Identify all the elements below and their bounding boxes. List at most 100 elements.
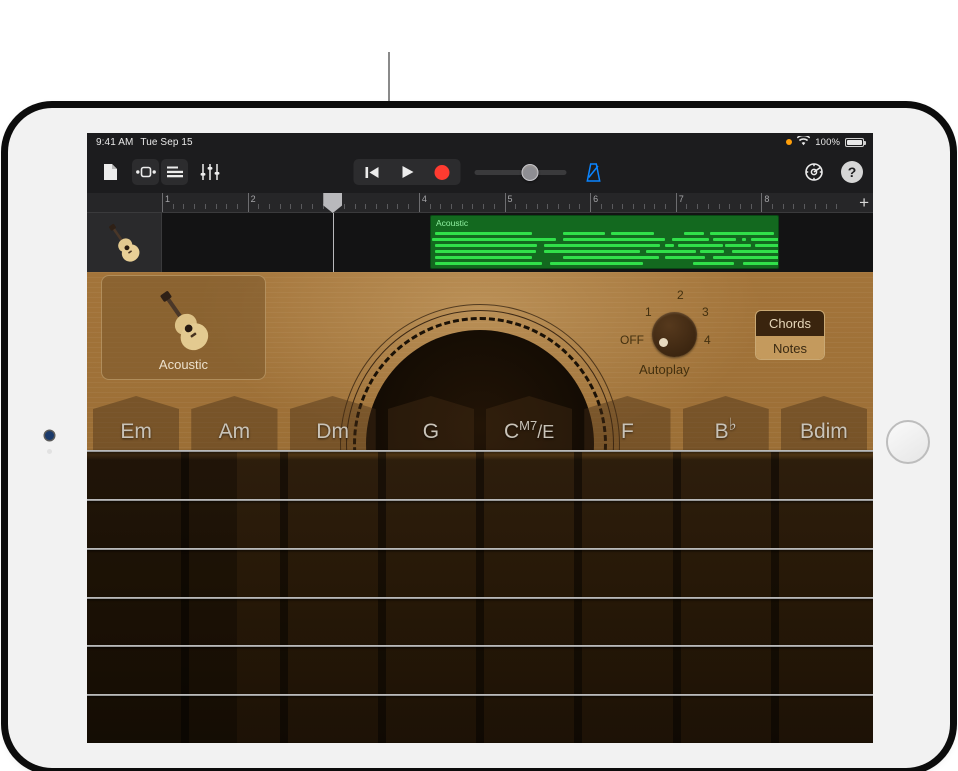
beat-tick (472, 204, 473, 209)
beat-tick (665, 204, 666, 209)
beat-tick (290, 204, 291, 209)
guitar-string[interactable] (87, 597, 873, 599)
record-button[interactable] (426, 161, 459, 183)
autoplay-option-3[interactable]: 3 (702, 305, 709, 319)
autoplay-option-1[interactable]: 1 (645, 305, 652, 319)
beat-tick (301, 204, 302, 209)
beat-tick (237, 204, 238, 209)
track-header[interactable] (87, 213, 162, 272)
midi-note (713, 238, 736, 241)
play-button[interactable] (391, 161, 424, 183)
beat-tick (719, 204, 720, 209)
beat-tick (258, 204, 259, 209)
midi-note (435, 250, 536, 253)
my-songs-button[interactable] (97, 159, 123, 185)
midi-note (693, 262, 734, 265)
midi-note (672, 238, 709, 241)
chord-strip-em[interactable]: Em (87, 394, 185, 450)
beat-tick (804, 204, 805, 209)
beat-tick (312, 204, 313, 209)
chord-name: Dm (316, 420, 349, 444)
autoplay-option-2[interactable]: 2 (677, 288, 684, 302)
autoplay-option-4[interactable]: 4 (704, 333, 711, 347)
status-bar: 9:41 AM Tue Sep 15 100% (87, 133, 873, 151)
beat-tick (601, 204, 602, 209)
ruler-ticks: 12345678 (162, 193, 847, 212)
timeline-ruler[interactable]: 12345678 + (87, 193, 873, 213)
track-lane[interactable]: Acoustic (162, 213, 873, 272)
beat-tick (376, 204, 377, 209)
chord-fret-grid[interactable] (87, 450, 873, 743)
midi-note (678, 244, 723, 247)
bar-number: 4 (419, 194, 427, 204)
beat-tick (558, 204, 559, 209)
chords-mode-button[interactable]: Chords (756, 311, 824, 336)
beat-tick (644, 204, 645, 209)
chord-strip-cm7e[interactable]: CM7/E (480, 394, 578, 450)
instrument-selector-card[interactable]: Acoustic (101, 275, 266, 380)
settings-button[interactable] (801, 159, 827, 185)
beat-tick (173, 204, 174, 209)
midi-note (725, 244, 751, 247)
autoplay-knob[interactable] (652, 312, 697, 357)
volume-slider-knob[interactable] (522, 164, 539, 181)
home-button[interactable] (886, 420, 930, 464)
track-controls-button[interactable] (161, 159, 188, 185)
chord-strip-g[interactable]: G (382, 394, 480, 450)
beat-tick (280, 204, 281, 209)
transport-controls (354, 159, 461, 185)
guitar-string[interactable] (87, 548, 873, 550)
midi-note (435, 262, 543, 265)
smart-guitar-instrument: Acoustic OFF 1 2 3 4 Autoplay Chords Not… (87, 272, 873, 743)
beat-tick (537, 204, 538, 209)
beat-tick (622, 204, 623, 209)
midi-note (713, 256, 779, 259)
beat-tick (547, 204, 548, 209)
beat-tick (526, 204, 527, 209)
midi-note (544, 250, 640, 253)
bar-number: 7 (676, 194, 684, 204)
help-button[interactable]: ? (841, 161, 863, 183)
front-camera-icon (45, 431, 54, 440)
midi-note (544, 244, 660, 247)
ipad-screen: 9:41 AM Tue Sep 15 100% (87, 133, 873, 743)
beat-tick (387, 204, 388, 209)
chord-strip-f[interactable]: F (578, 394, 676, 450)
beat-tick (579, 204, 580, 209)
chord-strip: Em Am Dm GCM7/EFB♭Bdim (87, 394, 873, 450)
rewind-button[interactable] (356, 161, 389, 183)
add-track-button[interactable]: + (859, 195, 869, 210)
master-volume-slider[interactable] (475, 170, 567, 175)
midi-region[interactable]: Acoustic (430, 215, 779, 269)
beat-tick (836, 204, 837, 209)
chord-name: Em (120, 420, 152, 444)
beat-tick (430, 204, 431, 209)
midi-note (700, 250, 724, 253)
guitar-string[interactable] (87, 694, 873, 696)
midi-note (684, 232, 703, 235)
record-icon (435, 165, 450, 180)
beat-tick (654, 204, 655, 209)
beat-tick (216, 204, 217, 209)
beat-tick (344, 204, 345, 209)
autoplay-title: Autoplay (639, 362, 690, 377)
battery-percent: 100% (815, 137, 840, 148)
autoplay-option-off[interactable]: OFF (620, 333, 644, 347)
chord-strip-bb[interactable]: B♭ (677, 394, 775, 450)
notes-mode-button[interactable]: Notes (756, 336, 824, 360)
guitar-string[interactable] (87, 499, 873, 501)
track-view-button[interactable] (132, 159, 159, 185)
mixer-button[interactable] (197, 159, 223, 185)
guitar-string[interactable] (87, 645, 873, 647)
beat-tick (205, 204, 206, 209)
bar-number: 1 (162, 194, 170, 204)
guitar-string[interactable] (87, 450, 873, 452)
chord-strip-bdim[interactable]: Bdim (775, 394, 873, 450)
chord-strip-am[interactable]: Am (185, 394, 283, 450)
beat-tick (612, 204, 613, 209)
ipad-device: 9:41 AM Tue Sep 15 100% (8, 108, 950, 768)
beat-tick (451, 204, 452, 209)
chord-strip-dm[interactable]: Dm (284, 394, 382, 450)
acoustic-guitar-icon (101, 220, 147, 266)
metronome-button[interactable] (581, 159, 607, 185)
